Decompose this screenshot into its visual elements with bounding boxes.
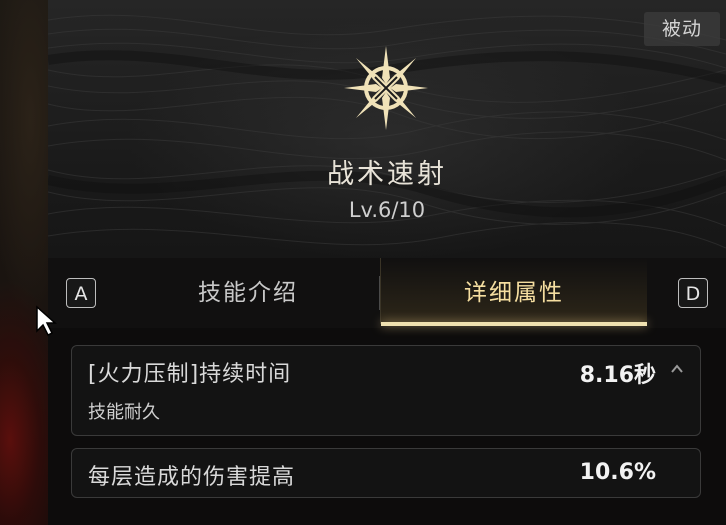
attribute-subtitle: 技能耐久 (88, 402, 160, 423)
tab-skill-intro[interactable]: 技能介绍 (118, 258, 378, 324)
skill-name: 战术速射 (327, 159, 447, 190)
attribute-value: 8.16秒 (579, 363, 656, 388)
skill-detail-panel: 被动 战术速射 Lv.6/10 A 技能介绍 详细属性 D [火力压制]持续时间… (48, 0, 726, 525)
skill-header: 被动 战术速射 Lv.6/10 (48, 0, 726, 259)
skill-level: Lv.6/10 (348, 198, 426, 222)
mouse-cursor-icon (36, 305, 57, 337)
game-background-left (0, 0, 48, 525)
key-hint-d[interactable]: D (678, 278, 708, 308)
passive-tag: 被动 (644, 12, 720, 46)
tab-detailed-attributes-label: 详细属性 (464, 280, 564, 306)
attribute-row-duration[interactable]: [火力压制]持续时间 8.16秒 技能耐久 (71, 345, 701, 436)
attribute-title: 每层造成的伤害提高 (88, 465, 296, 490)
star-compass-icon (344, 46, 428, 130)
attribute-value: 10.6% (579, 460, 656, 485)
active-tab-indicator (381, 322, 647, 326)
key-hint-a[interactable]: A (66, 278, 96, 308)
chevron-up-icon[interactable] (670, 362, 684, 376)
attribute-title: [火力压制]持续时间 (88, 362, 292, 387)
tab-bar: A 技能介绍 详细属性 D (48, 258, 726, 328)
attribute-row-damage[interactable]: 每层造成的伤害提高 10.6% (71, 448, 701, 498)
tab-detailed-attributes[interactable]: 详细属性 (380, 258, 647, 326)
